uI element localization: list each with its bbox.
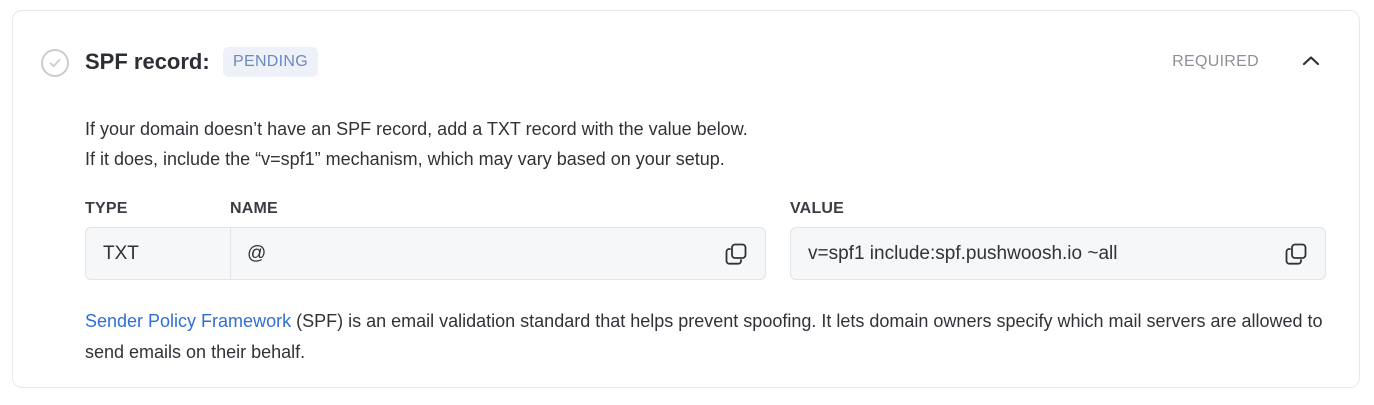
spf-explanation: Sender Policy Framework (SPF) is an emai… [85, 306, 1335, 368]
record-name-field[interactable]: @ [230, 227, 766, 280]
description: If your domain doesn’t have an SPF recor… [85, 114, 748, 174]
section-title: SPF record: [85, 49, 210, 74]
check-circle-icon [41, 49, 69, 77]
record-name-value: @ [247, 242, 267, 264]
chevron-up-icon[interactable] [1299, 49, 1323, 73]
name-column-label: NAME [230, 200, 278, 217]
record-type-value: TXT [103, 242, 139, 264]
status-badge: PENDING [223, 47, 318, 77]
spf-link[interactable]: Sender Policy Framework [85, 311, 291, 331]
spf-record-card: SPF record: PENDING REQUIRED If your dom… [12, 10, 1360, 388]
record-value-text: v=spf1 include:spf.pushwoosh.io ~all [808, 242, 1118, 264]
copy-icon[interactable] [723, 241, 749, 267]
copy-icon[interactable] [1283, 241, 1309, 267]
value-column-label: VALUE [790, 200, 845, 217]
required-label: REQUIRED [1172, 53, 1259, 70]
record-type-field: TXT [85, 227, 231, 280]
record-value-field[interactable]: v=spf1 include:spf.pushwoosh.io ~all [790, 227, 1326, 280]
type-column-label: TYPE [85, 200, 128, 217]
description-line-2: If it does, include the “v=spf1” mechani… [85, 149, 725, 169]
description-line-1: If your domain doesn’t have an SPF recor… [85, 119, 748, 139]
